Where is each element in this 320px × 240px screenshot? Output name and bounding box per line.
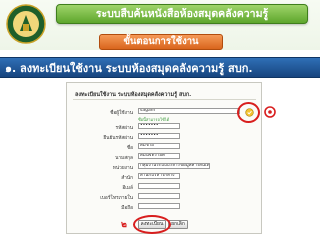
extension-field[interactable] xyxy=(138,193,180,199)
form-title: ลงทะเบียนใช้งาน ระบบห้องสมุดคลังความรู้ … xyxy=(75,92,192,98)
bureau-label: สำนัก xyxy=(121,176,133,181)
confirm-password-label: ยืนยันรหัสผ่าน xyxy=(103,136,133,141)
username-label: ชื่อผู้ใช้งาน xyxy=(110,111,133,116)
email-label: อีเมล์ xyxy=(122,186,133,191)
organization-logo xyxy=(6,4,46,44)
password-label: รหัสผ่าน xyxy=(115,126,133,131)
mobile-field[interactable] xyxy=(138,203,180,209)
username-field[interactable]: sagam xyxy=(138,108,240,114)
step-heading: ๑. ลงทะเบียนใช้งาน ระบบห้องสมุดคลังความร… xyxy=(0,57,320,78)
first-name-label: ชื่อ xyxy=(126,146,133,151)
email-field[interactable] xyxy=(138,183,180,189)
department-select[interactable]: กลุ่มงานระบบบริหารข้อมูลสารสนเทศ xyxy=(138,163,210,169)
form-divider xyxy=(73,99,256,100)
step-marker-2: ๒ xyxy=(121,220,127,230)
availability-hint: ชื่อนี้สามารถใช้ได้ xyxy=(138,117,170,122)
cancel-button[interactable]: ยกเลิก xyxy=(168,220,188,229)
bureau-select[interactable]: สำนักบริหารกลาง xyxy=(138,173,180,179)
extension-label: เบอร์โทรภายใน xyxy=(100,196,133,201)
highlight-register-circle xyxy=(133,215,171,234)
password-field[interactable]: ••••••• xyxy=(138,123,180,129)
first-name-field[interactable]: สมชาย xyxy=(138,143,180,149)
registration-form: ลงทะเบียนใช้งาน ระบบห้องสมุดคลังความรู้ … xyxy=(66,82,262,234)
confirm-password-field[interactable]: ••••••• xyxy=(138,133,180,139)
last-name-field[interactable]: สมันจ์ทรายต์ xyxy=(138,153,180,159)
highlight-check-circle xyxy=(237,102,260,123)
step-marker-1-icon xyxy=(264,106,276,118)
page-title: ระบบสืบค้นหนังสือห้องสมุดคลังความรู้ xyxy=(56,4,308,24)
last-name-label: นามสกุล xyxy=(115,156,133,161)
mobile-label: มือถือ xyxy=(121,206,133,211)
section-subtitle: ขั้นตอนการใช้งาน xyxy=(99,34,223,50)
department-label: หน่วยงาน xyxy=(112,166,133,171)
